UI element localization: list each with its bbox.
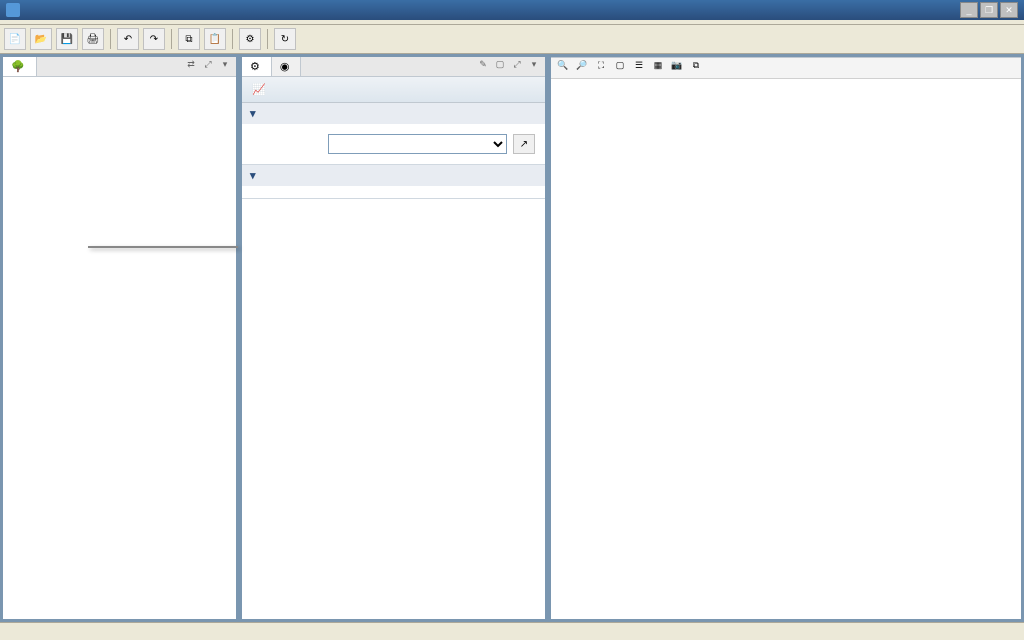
main-area: 🌳 ⇄ ⤢ ▾ ⚙ ◉ ✎ ▢ ⤢ ▾ (0, 54, 1024, 622)
settings-panel: ⚙ ◉ ✎ ▢ ⤢ ▾ 📈 ▾ (241, 56, 546, 620)
plot-group-icon: 📈 (252, 83, 266, 96)
app-icon (6, 3, 20, 17)
settings-icon: ⚙ (250, 60, 260, 73)
model-builder-panel: 🌳 ⇄ ⤢ ▾ (2, 56, 237, 620)
main-toolbar: 📄 📂 💾 🖨 ↶ ↷ ⧉ 📋 ⚙ ↻ (0, 25, 1024, 54)
close-button[interactable]: ✕ (1000, 2, 1018, 18)
settings-header: 📈 (242, 77, 545, 103)
collapse-icon[interactable]: ⇄ (184, 59, 198, 73)
model-tree[interactable] (3, 77, 236, 619)
section-data-header[interactable]: ▾ (242, 103, 545, 124)
plot-area (551, 79, 1021, 619)
zoom-extents-icon[interactable]: ⛶ (593, 60, 609, 76)
paste-button[interactable]: 📋 (204, 28, 226, 50)
min-icon[interactable]: ▢ (493, 59, 507, 73)
dataset-select[interactable] (328, 134, 507, 154)
save-button[interactable]: 💾 (56, 28, 78, 50)
zoom-in-icon[interactable]: 🔍 (555, 60, 571, 76)
graphics-panel: 🔍 🔎 ⛶ ▢ ☰ ▦ 📷 ⧉ (550, 56, 1022, 620)
refresh-button[interactable]: ↻ (274, 28, 296, 50)
build-button[interactable]: ⚙ (239, 28, 261, 50)
zoom-out-icon[interactable]: 🔎 (574, 60, 590, 76)
new-button[interactable]: 📄 (4, 28, 26, 50)
view-list-icon[interactable]: ☰ (631, 60, 647, 76)
graphics-toolbar: 🔍 🔎 ⛶ ▢ ☰ ▦ 📷 ⧉ (551, 58, 1021, 79)
minimize-button[interactable]: _ (960, 2, 978, 18)
snapshot-icon[interactable]: 📷 (669, 60, 685, 76)
titlebar: _ ❐ ✕ (0, 0, 1024, 20)
zoom-box-icon[interactable]: ▢ (612, 60, 628, 76)
copy-button[interactable]: ⧉ (178, 28, 200, 50)
expand-icon[interactable]: ⤢ (201, 59, 215, 73)
max-icon[interactable]: ⤢ (510, 59, 524, 73)
detach-icon[interactable]: ⧉ (688, 60, 704, 76)
undo-button[interactable]: ↶ (117, 28, 139, 50)
window-controls: _ ❐ ✕ (960, 2, 1018, 18)
print-button[interactable]: 🖨 (82, 28, 104, 50)
brush-icon[interactable]: ✎ (476, 59, 490, 73)
section-plot-settings-header[interactable]: ▾ (242, 165, 545, 186)
collapse-arrow-icon: ▾ (250, 107, 256, 120)
open-button[interactable]: 📂 (30, 28, 52, 50)
statusbar (0, 622, 1024, 640)
view-grid-icon[interactable]: ▦ (650, 60, 666, 76)
context-menu (88, 246, 238, 248)
tree-icon: 🌳 (11, 60, 25, 73)
material-icon: ◉ (280, 60, 290, 73)
maximize-button[interactable]: ❐ (980, 2, 998, 18)
collapse-arrow-icon: ▾ (250, 169, 256, 182)
redo-button[interactable]: ↷ (143, 28, 165, 50)
graphics-canvas[interactable] (551, 79, 1021, 619)
tab-material-browser[interactable]: ◉ (272, 57, 302, 76)
tab-settings[interactable]: ⚙ (242, 57, 272, 76)
dataset-goto-button[interactable]: ↗ (513, 134, 535, 154)
model-builder-tab[interactable]: 🌳 (3, 57, 37, 76)
menu-icon[interactable]: ▾ (218, 59, 232, 73)
close-tab-icon[interactable]: ▾ (527, 59, 541, 73)
